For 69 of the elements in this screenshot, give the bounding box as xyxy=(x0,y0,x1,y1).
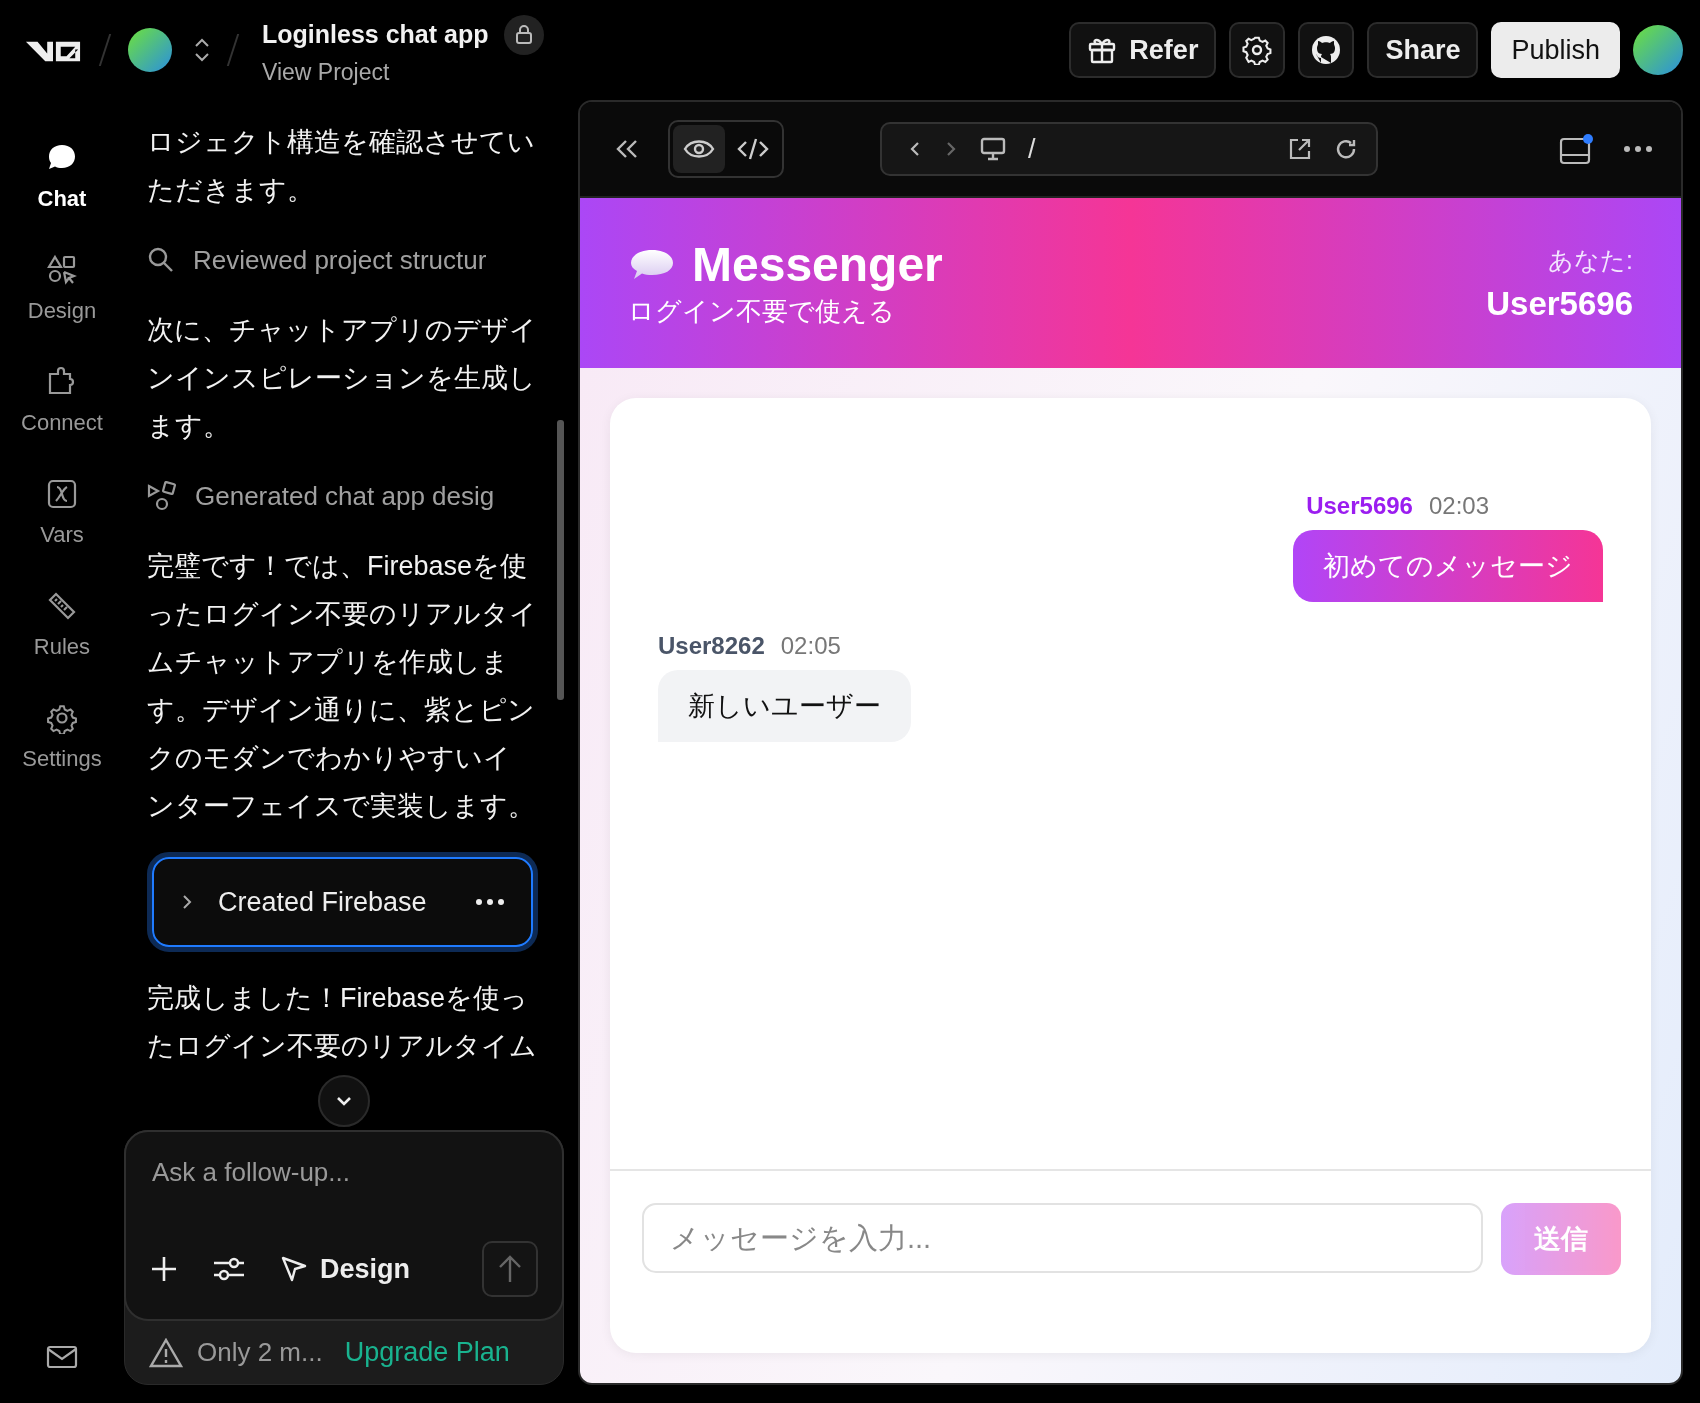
usage-notice: Only 2 m... xyxy=(197,1337,323,1368)
more-icon[interactable] xyxy=(475,898,505,906)
monitor-icon[interactable] xyxy=(980,137,1006,161)
chevron-up-down-icon[interactable] xyxy=(194,37,210,63)
plus-icon[interactable] xyxy=(150,1255,178,1283)
message-author: User8262 xyxy=(658,632,765,660)
message-time: 02:05 xyxy=(780,632,841,660)
shapes-icon xyxy=(46,254,78,286)
shapes-icon xyxy=(147,481,177,511)
chevron-down-icon xyxy=(335,1095,353,1107)
address-bar[interactable]: / xyxy=(880,122,1378,176)
step-label[interactable]: Reviewed project structur xyxy=(193,244,487,276)
message-time: 02:03 xyxy=(1428,492,1489,520)
mail-icon[interactable] xyxy=(46,1345,78,1369)
nav-item[interactable]: Rules xyxy=(21,576,103,674)
scrollbar[interactable] xyxy=(557,420,564,700)
send-button[interactable] xyxy=(482,1241,538,1297)
refer-button[interactable]: Refer xyxy=(1069,22,1217,78)
task-card[interactable]: Created Firebase xyxy=(152,857,533,947)
current-username: User5696 xyxy=(1486,284,1633,323)
preview-tab[interactable] xyxy=(673,125,725,173)
settings-button[interactable] xyxy=(1229,22,1286,78)
message-input[interactable]: メッセージを入力... xyxy=(642,1203,1483,1273)
assistant-message: ロジェクト構造を確認させていただきます。 xyxy=(147,126,536,207)
message-bubble: 初めてのメッセージ xyxy=(1293,530,1603,602)
nav-item[interactable]: Settings xyxy=(21,688,103,786)
team-avatar[interactable] xyxy=(128,28,172,72)
publish-button[interactable]: Publish xyxy=(1491,22,1620,78)
upgrade-plan-link[interactable]: Upgrade Plan xyxy=(344,1337,510,1368)
app-title: Messenger xyxy=(692,237,943,292)
arrow-up-icon xyxy=(497,1254,523,1284)
external-link-icon[interactable] xyxy=(1288,137,1312,161)
nav-item[interactable]: Design xyxy=(21,240,103,338)
ruler-icon xyxy=(46,590,78,622)
assistant-message: 完璧です！では、Firebaseを使ったログイン不要のリアルタイムチャットアプリを作成します。デザイン通りに、紫とピンクのモダンでわかりやすいインターフェイスで実装します。 xyxy=(147,550,538,823)
search-icon xyxy=(147,246,175,274)
message-author: User5696 xyxy=(1306,492,1413,520)
nav-item[interactable]: Connect xyxy=(21,352,103,450)
settings-icon xyxy=(46,702,78,734)
sliders-icon[interactable] xyxy=(212,1255,246,1283)
settings-icon xyxy=(1242,35,1273,65)
view-project-link[interactable]: View Project xyxy=(262,58,545,86)
assistant-message: 次に、チャットアプリのデザインインスピレーションを生成します。 xyxy=(147,314,538,443)
design-mode-button[interactable]: Design xyxy=(280,1253,411,1285)
refresh-icon[interactable] xyxy=(1334,137,1358,161)
share-button[interactable]: Share xyxy=(1367,22,1479,78)
user-avatar[interactable] xyxy=(1633,25,1683,75)
variable-icon xyxy=(46,478,78,510)
current-user-label: あなた: xyxy=(1548,244,1633,276)
github-button[interactable] xyxy=(1298,22,1355,78)
more-icon[interactable] xyxy=(1623,145,1653,153)
layout-panel-icon[interactable] xyxy=(1559,133,1595,165)
project-title[interactable]: Loginless chat app xyxy=(262,20,489,49)
follow-up-input[interactable]: Ask a follow-up... xyxy=(150,1156,538,1189)
cursor-icon xyxy=(280,1255,308,1283)
github-icon xyxy=(1310,34,1343,66)
warning-icon xyxy=(149,1337,183,1368)
assistant-message: 完成しました！Firebaseを使ったログイン不要のリアルタイム xyxy=(147,982,538,1063)
app-subtitle: ログイン不要で使える xyxy=(628,295,896,328)
scroll-down-button[interactable] xyxy=(318,1075,370,1127)
nav-item[interactable]: Vars xyxy=(21,464,103,562)
nav-item[interactable]: Chat xyxy=(21,128,103,226)
collapse-icon[interactable] xyxy=(614,138,640,160)
eye-icon xyxy=(683,138,715,160)
code-icon xyxy=(737,136,769,162)
step-label[interactable]: Generated chat app desig xyxy=(195,480,495,512)
task-title: Created Firebase xyxy=(218,886,428,918)
message-bubble: 新しいユーザー xyxy=(658,670,911,742)
url-path: / xyxy=(1028,133,1037,165)
